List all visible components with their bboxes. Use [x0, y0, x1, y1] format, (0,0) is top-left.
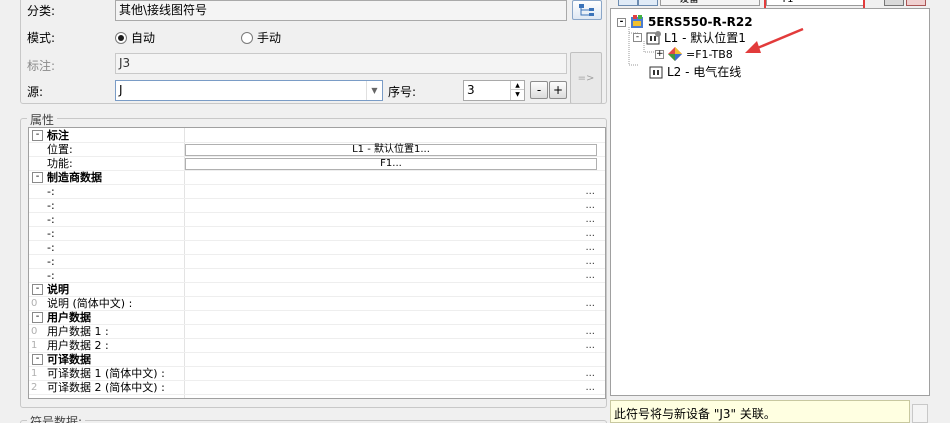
property-value-button[interactable]: L1 - 默认位置1...: [185, 144, 597, 156]
status-scrollbar[interactable]: [912, 404, 928, 423]
tree-item-l1[interactable]: - L1 - 默认位置1: [633, 29, 746, 46]
property-ellipsis-button[interactable]: ...: [585, 213, 595, 226]
property-label: -:: [47, 213, 55, 226]
tree-tool-3-icon[interactable]: [884, 0, 904, 6]
expand-icon[interactable]: +: [655, 49, 664, 59]
collapse-icon[interactable]: -: [32, 354, 43, 365]
property-ellipsis-button[interactable]: ...: [585, 339, 595, 352]
collapse-icon[interactable]: -: [617, 17, 626, 27]
project-icon: [631, 15, 643, 28]
location-icon: [649, 66, 663, 78]
property-row[interactable]: -:...: [29, 241, 605, 255]
annotation-arrow-icon: [745, 27, 804, 53]
device-filter-dropdown[interactable]: 设备: [660, 0, 760, 6]
property-index: 1: [31, 368, 38, 379]
property-ellipsis-button[interactable]: ...: [585, 367, 595, 380]
collapse-icon[interactable]: -: [32, 130, 43, 141]
device-icon: [668, 47, 682, 61]
tree-tool-1-icon[interactable]: [618, 0, 638, 6]
property-label: -:: [47, 199, 55, 212]
tree-item-l2[interactable]: L2 - 电气在线: [648, 63, 741, 80]
properties-title: 属性: [27, 111, 58, 128]
property-label: 用户数据 2 :: [47, 339, 109, 352]
property-label: -:: [47, 241, 55, 254]
status-tooltip: 此符号将与新设备 "J3" 关联。: [610, 400, 910, 423]
tree-item-root[interactable]: - 5ERS550-R-R22: [617, 14, 753, 30]
property-row[interactable]: 功能: F1...: [29, 157, 605, 171]
property-label: 说明 (简体中文) :: [47, 297, 133, 310]
property-ellipsis-button[interactable]: ...: [585, 381, 595, 394]
status-message: 此符号将与新设备 "J3" 关联。: [614, 407, 776, 421]
property-label: -:: [47, 255, 55, 268]
property-row[interactable]: -:...: [29, 227, 605, 241]
property-row[interactable]: -:...: [29, 185, 605, 199]
property-row[interactable]: -:...: [29, 199, 605, 213]
property-row[interactable]: 2 可译数据 2 (简体中文) :...: [29, 381, 605, 395]
property-index: 0: [31, 298, 38, 309]
property-row[interactable]: -:...: [29, 255, 605, 269]
property-ellipsis-button[interactable]: ...: [585, 241, 595, 254]
property-index: 2: [31, 382, 38, 393]
tree-item-f1-tb8[interactable]: + =F1-TB8: [655, 46, 733, 62]
property-row[interactable]: 0 用户数据 1 :...: [29, 325, 605, 339]
property-row[interactable]: 位置: L1 - 默认位置1...: [29, 143, 605, 157]
symbol-editor-panel: 分类: 其他\接线图符号 模式: 自动 手动 标注: J3 源: J ▼ 序号:…: [0, 0, 610, 423]
tree-item-l1-label: L1 - 默认位置1: [664, 31, 746, 45]
tree-delete-icon[interactable]: [906, 0, 926, 6]
property-label: 用户数据 1 :: [47, 325, 109, 338]
property-index: 1: [31, 340, 38, 351]
collapse-icon[interactable]: -: [32, 284, 43, 295]
property-label: 功能:: [47, 157, 73, 170]
general-group: [20, 0, 607, 104]
tree-item-root-label: 5ERS550-R-R22: [648, 15, 753, 29]
device-filter-label: 设备: [679, 0, 699, 5]
property-label: -:: [47, 227, 55, 240]
property-category[interactable]: - 用户数据: [29, 311, 605, 325]
property-value-button[interactable]: F1...: [185, 158, 597, 170]
collapse-icon[interactable]: -: [32, 172, 43, 183]
property-label: -:: [47, 185, 55, 198]
property-label: 可译数据 2 (简体中文) :: [47, 381, 165, 394]
property-category[interactable]: - 制造商数据: [29, 171, 605, 185]
property-ellipsis-button[interactable]: ...: [585, 255, 595, 268]
property-label: 用户数据: [47, 311, 91, 324]
property-category[interactable]: - 说明: [29, 283, 605, 297]
tree-tool-2-icon[interactable]: [638, 0, 658, 6]
property-label: 可译数据 1 (简体中文) :: [47, 367, 165, 380]
property-label: 可译数据: [47, 353, 91, 366]
property-label: 标注: [47, 129, 69, 142]
property-row[interactable]: -:...: [29, 213, 605, 227]
property-label: 制造商数据: [47, 171, 102, 184]
property-row[interactable]: 1 可译数据 1 (简体中文) :...: [29, 367, 605, 381]
property-category[interactable]: - 可译数据: [29, 353, 605, 367]
tree-item-l2-label: L2 - 电气在线: [667, 65, 742, 79]
property-label: 说明: [47, 283, 69, 296]
property-ellipsis-button[interactable]: ...: [585, 227, 595, 240]
property-ellipsis-button[interactable]: ...: [585, 185, 595, 198]
property-row[interactable]: 0 说明 (简体中文) :...: [29, 297, 605, 311]
property-row[interactable]: -:...: [29, 269, 605, 283]
property-grid[interactable]: - 标注 位置: L1 - 默认位置1... 功能: F1... - 制造商数据 -:... -:…: [28, 127, 606, 399]
property-ellipsis-button[interactable]: ...: [585, 325, 595, 338]
symbol-data-title: 符号数据:: [27, 413, 86, 423]
property-label: 位置:: [47, 143, 73, 156]
property-row[interactable]: 1 用户数据 2 :...: [29, 339, 605, 353]
property-ellipsis-button[interactable]: ...: [585, 199, 595, 212]
location-icon: [646, 30, 661, 44]
collapse-icon[interactable]: -: [32, 312, 43, 323]
property-category[interactable]: - 标注: [29, 129, 605, 143]
property-index: 0: [31, 326, 38, 337]
property-label: -:: [47, 269, 55, 282]
collapse-icon[interactable]: -: [633, 33, 642, 42]
property-ellipsis-button[interactable]: ...: [585, 269, 595, 282]
tree-item-f1-tb8-label: =F1-TB8: [686, 47, 733, 61]
device-tree[interactable]: - 5ERS550-R-R22 - L1 - 默认位置1 + =F1-TB8 L…: [610, 8, 930, 396]
property-ellipsis-button[interactable]: ...: [585, 297, 595, 310]
